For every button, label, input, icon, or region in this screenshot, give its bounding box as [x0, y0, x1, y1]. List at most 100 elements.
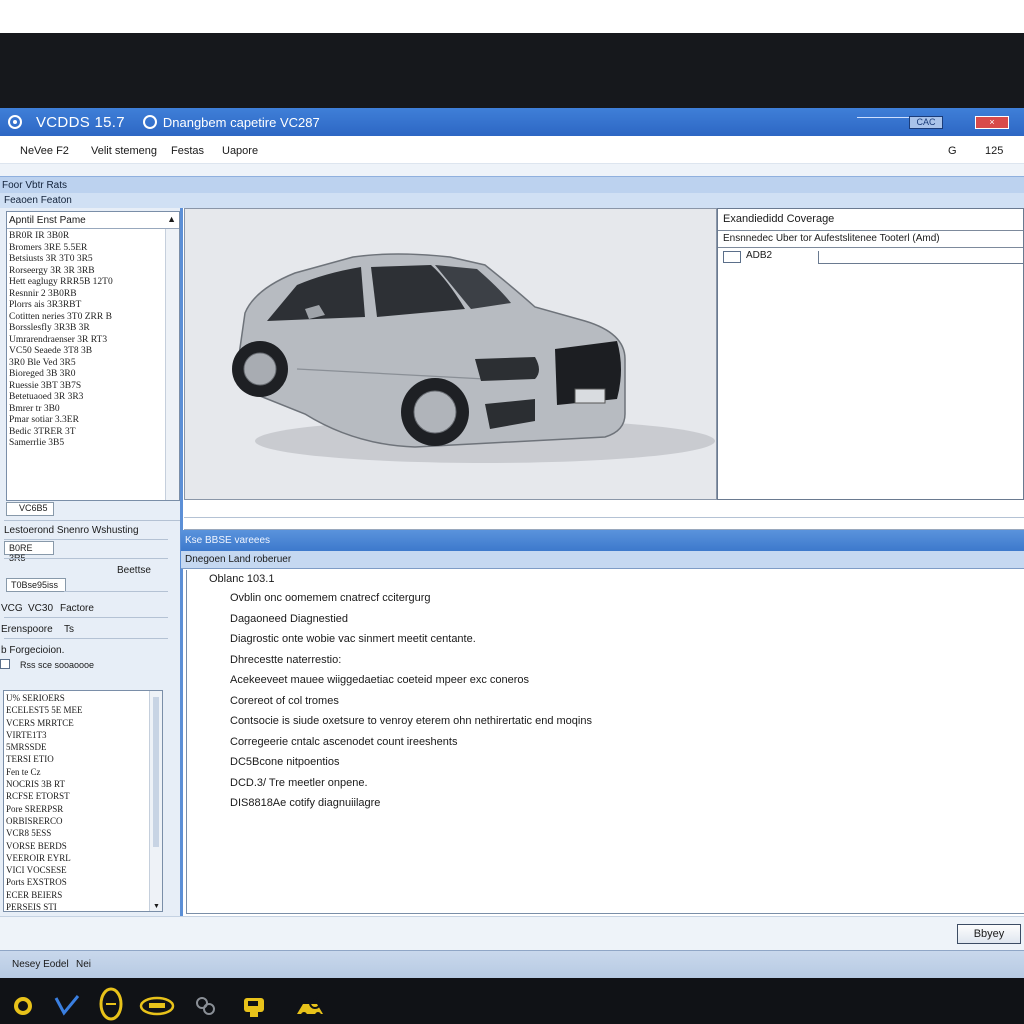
module-list-item[interactable]: VCR8 5ESS: [6, 827, 162, 839]
app-title: VCDDS 15.7: [36, 113, 125, 131]
document-title: Dnangbem capetire VC287: [162, 114, 320, 130]
module-list-item[interactable]: ORBISRERCO: [6, 815, 162, 827]
parameter-list-item[interactable]: VC50 Seaede 3T8 3B: [9, 346, 179, 358]
diagnostic-line[interactable]: DC5Bcone nitpoentios: [230, 752, 592, 773]
module-list-item[interactable]: TERSI ETIO: [6, 753, 162, 765]
cac-button[interactable]: CAC: [909, 116, 943, 129]
divider: [4, 638, 168, 639]
scroll-down-icon[interactable]: ▼: [153, 903, 160, 910]
parameter-list-item[interactable]: Rorseergy 3R 3R 3RB: [9, 266, 179, 278]
menu-count: 125: [985, 145, 1004, 157]
parameter-list-scrollbar[interactable]: [165, 229, 179, 500]
module-list-item[interactable]: 5MRSSDE: [6, 741, 162, 753]
parameter-list-header[interactable]: Apntil Enst Pame ▲: [7, 212, 179, 229]
vcds-field[interactable]: VC6B5: [6, 502, 54, 516]
parameter-list-item[interactable]: Bromers 3RE 5.5ER: [9, 243, 179, 255]
car-badge-icon[interactable]: [139, 994, 175, 1016]
status-text-secondary: Nei: [76, 959, 92, 970]
parameter-list-item[interactable]: Bedic 3TRER 3T: [9, 427, 179, 439]
parameter-list-item[interactable]: Bmrer tr 3B0: [9, 404, 179, 416]
option-checkbox[interactable]: [0, 659, 10, 669]
scroll-up-icon[interactable]: ▲: [167, 214, 176, 224]
parameter-list-item[interactable]: Hett eaglugy RRR5B 12T0: [9, 277, 179, 289]
parameter-list-item[interactable]: Plorrs ais 3R3RBT: [9, 300, 179, 312]
forgecioion-label: b Forgecioion.: [1, 645, 65, 656]
coding-checkbox[interactable]: [723, 251, 741, 263]
basic-button[interactable]: Beettse: [117, 565, 151, 576]
key-oval-icon[interactable]: [98, 986, 124, 1022]
coding-row[interactable]: ADB2: [718, 248, 1024, 266]
parameter-list-item[interactable]: Umrarendraenser 3R RT3: [9, 335, 179, 347]
module-list-item[interactable]: Ports EXSTROS: [6, 876, 162, 888]
module-list: U% SERIOERS ECELEST5 5E MEE VCERS MRRTCE VI…: [4, 691, 162, 913]
module-list-item[interactable]: VEEROIR EYRL: [6, 852, 162, 864]
module-list-panel: U% SERIOERS ECELEST5 5E MEE VCERS MRRTCE VI…: [3, 690, 163, 912]
lower-section-header: Kse BBSE vareees: [181, 530, 1024, 551]
scanner-icon[interactable]: [241, 994, 269, 1018]
parameter-list-item[interactable]: Samerrlie 3B5: [9, 438, 179, 450]
parameter-list-item[interactable]: Bioreged 3B 3R0: [9, 369, 179, 381]
module-list-item[interactable]: PERSEIS STI: [6, 901, 162, 913]
menu-item-update[interactable]: Uapore: [222, 145, 258, 157]
status-bar: Nesey Eodel Nei: [0, 950, 1024, 978]
close-button[interactable]: ×: [975, 116, 1009, 129]
setting-field[interactable]: B0RE 3R5: [4, 541, 54, 563]
diagnostics-list: Ovblin onc oomemem cnatrecf ccitergurg Da…: [230, 588, 592, 814]
module-list-item[interactable]: ECER BEIERS: [6, 889, 162, 901]
module-list-item[interactable]: VICI VOCSESE: [6, 864, 162, 876]
parameter-list-item[interactable]: Betetuaoed 3R 3R3: [9, 392, 179, 404]
menu-item-features[interactable]: Festas: [171, 145, 204, 157]
menu-item-file[interactable]: NeVee F2: [20, 145, 69, 157]
parameter-list-item[interactable]: Resnnir 2 3B0RB: [9, 289, 179, 301]
ring-icon[interactable]: [12, 994, 34, 1016]
parameter-list-item[interactable]: Borsslesfly 3R3B 3R: [9, 323, 179, 335]
menu-g-button[interactable]: G: [948, 145, 957, 157]
divider: [4, 558, 168, 559]
subsection-header: Feaoen Featon: [0, 193, 1024, 208]
diagnostic-line[interactable]: DCD.3/ Tre meetler onpene.: [230, 773, 592, 794]
search-car-icon[interactable]: [293, 994, 329, 1020]
check-v-icon[interactable]: [54, 994, 80, 1016]
module-list-item[interactable]: Fen te Cz: [6, 766, 162, 778]
parameter-list-item[interactable]: 3R0 Ble Ved 3R5: [9, 358, 179, 370]
parameter-list-item[interactable]: BR0R IR 3B0R: [9, 231, 179, 243]
module-list-item[interactable]: U% SERIOERS: [6, 692, 162, 704]
top-margin: [0, 0, 1024, 33]
module-list-scrollbar[interactable]: ▼: [149, 691, 162, 911]
module-list-item[interactable]: Pore SRERPSR: [6, 803, 162, 815]
vehicle-image-panel: [184, 208, 717, 500]
module-list-item[interactable]: RCFSE ETORST: [6, 790, 162, 802]
diagnostic-line[interactable]: Ovblin onc oomemem cnatrecf ccitergurg: [230, 588, 592, 609]
coding-input[interactable]: [818, 251, 1024, 264]
module-list-item[interactable]: NOCRIS 3B RT: [6, 778, 162, 790]
app-icon: [8, 115, 22, 129]
scroll-thumb[interactable]: [153, 697, 159, 847]
coding-value: ADB2: [746, 250, 773, 261]
diagnostic-line[interactable]: Acekeeveet mauee wiiggedaetiac coeteid m…: [230, 670, 592, 691]
parameter-list-item[interactable]: Pmar sotiar 3.3ER: [9, 415, 179, 427]
module-list-item[interactable]: VIRTE1T3: [6, 729, 162, 741]
parameter-list-item[interactable]: Ruessie 3BT 3B7S: [9, 381, 179, 393]
module-list-item[interactable]: VCERS MRRTCE: [6, 717, 162, 729]
parameter-list-item[interactable]: Betsiusts 3R 3T0 3R5: [9, 254, 179, 266]
diagnostic-line[interactable]: Contsocie is siude oxetsure to venroy et…: [230, 711, 592, 732]
titlebar-separator: [857, 117, 909, 118]
diagnostic-line[interactable]: Dagaoneed Diagnestied: [230, 609, 592, 630]
diagnostic-line[interactable]: DIS8818Ae cotify diagnuiilagre: [230, 793, 592, 814]
car-image: [232, 253, 715, 463]
module-list-item[interactable]: VORSE BERDS: [6, 840, 162, 852]
diagnostic-line[interactable]: Dhrecestte naterrestio:: [230, 650, 592, 671]
diagnostic-line[interactable]: Diagrostic onte wobie vac sinmert meetit…: [230, 629, 592, 650]
menu-item-settings[interactable]: Velit stemeng: [91, 145, 157, 157]
diagnostics-panel: Oblanc 103.1 Ovblin onc oomemem cnatrecf…: [186, 570, 1024, 914]
code-field[interactable]: T0Bse95iss: [6, 578, 66, 592]
parameter-list-item[interactable]: Cotitten neries 3T0 ZRR B: [9, 312, 179, 324]
gear-cluster-icon[interactable]: [193, 994, 217, 1018]
diagnostic-line[interactable]: Corregeerie cntalc ascenodet count irees…: [230, 732, 592, 753]
vcg-label: VCG: [1, 603, 23, 614]
apply-button[interactable]: Bbyey: [957, 924, 1021, 944]
parameter-list: BR0R IR 3B0R Bromers 3RE 5.5ER Betsiusts 3…: [7, 229, 179, 450]
washing-label: Lestoerond Snenro Wshusting: [4, 525, 139, 536]
diagnostic-line[interactable]: Corereot of col tromes: [230, 691, 592, 712]
module-list-item[interactable]: ECELEST5 5E MEE: [6, 704, 162, 716]
